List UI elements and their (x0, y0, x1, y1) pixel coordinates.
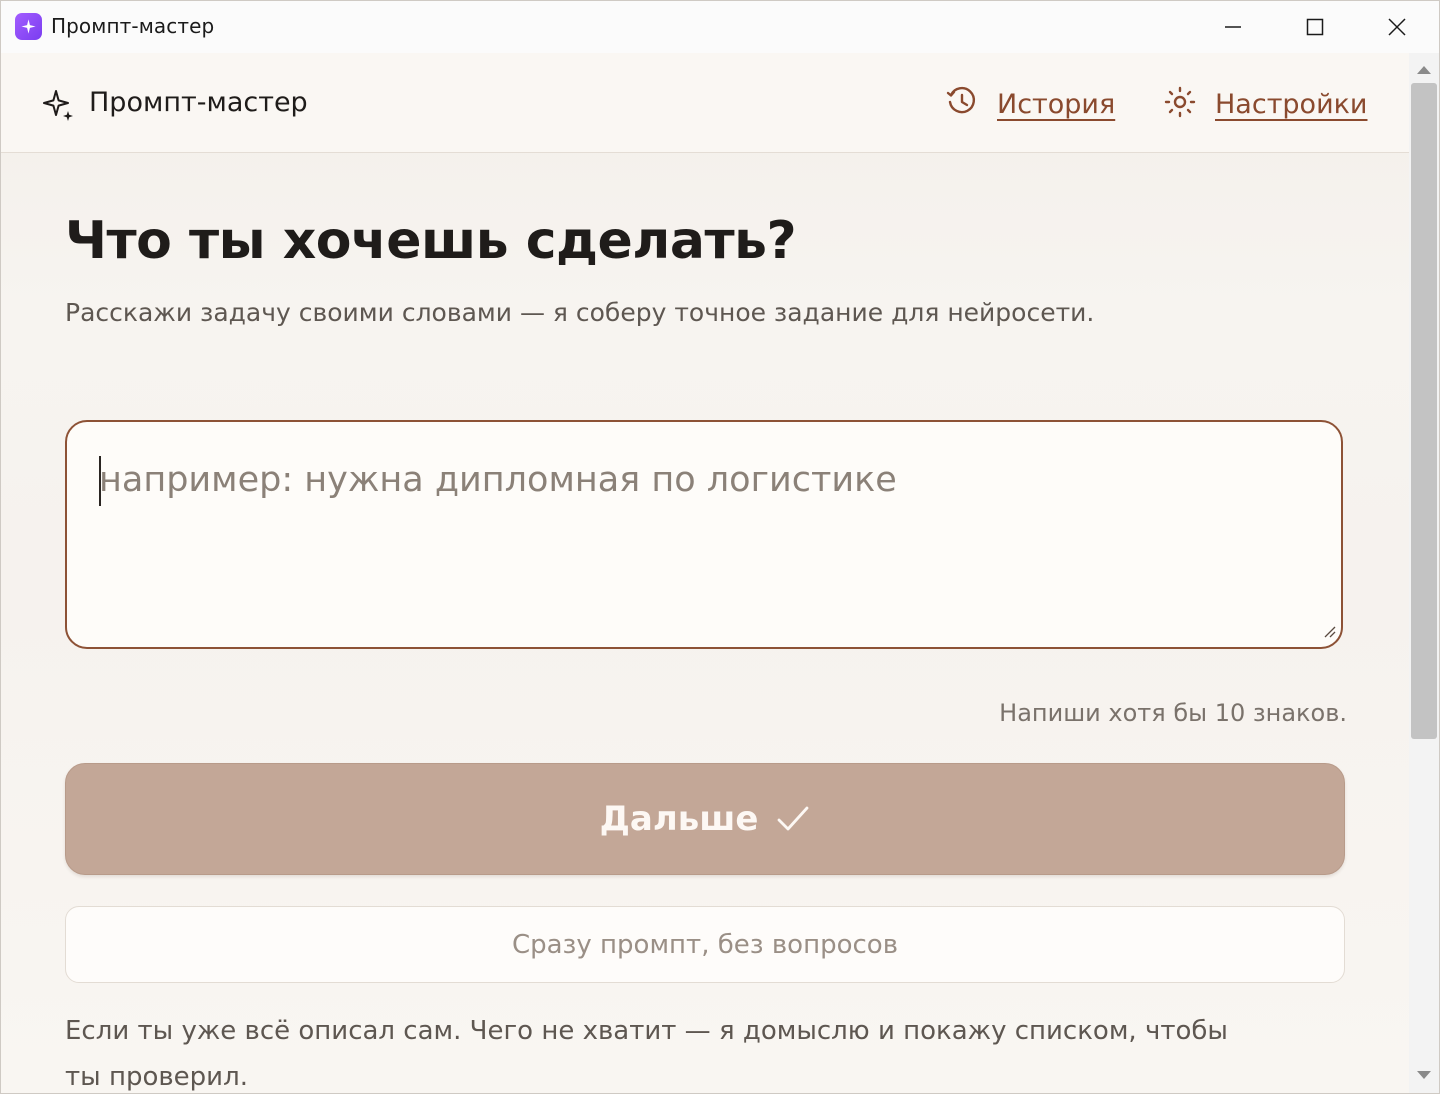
minimize-button[interactable] (1193, 1, 1273, 53)
app-sparkle-icon (15, 13, 42, 40)
page-subtitle: Расскажи задачу своими словами — я собер… (65, 298, 1095, 327)
next-button[interactable]: Дальше (65, 763, 1345, 875)
window-title: Промпт-мастер (51, 14, 215, 38)
history-icon (945, 85, 979, 123)
settings-link[interactable]: Настройки (1163, 85, 1367, 123)
main-content: Промпт-мастер История Настройки Что ты х… (1, 53, 1409, 1093)
minimize-icon (1225, 26, 1241, 28)
title-bar[interactable]: Промпт-мастер (1, 1, 1439, 53)
task-input[interactable] (67, 422, 1341, 647)
maximize-icon (1306, 18, 1324, 36)
close-icon (1388, 18, 1406, 36)
scroll-up-icon[interactable] (1415, 61, 1433, 80)
quick-prompt-label: Сразу промпт, без вопросов (511, 929, 899, 960)
input-hint: Напиши хотя бы 10 знаков. (999, 699, 1347, 727)
sparkle-icon (43, 87, 75, 125)
history-label: История (997, 88, 1116, 120)
scroll-down-icon[interactable] (1415, 1066, 1433, 1085)
resize-grip-icon[interactable] (1321, 623, 1337, 643)
sun-icon (1163, 85, 1197, 123)
app-window: Промпт-мастер Промпт-мастер История Наст… (0, 0, 1440, 1094)
quick-prompt-button[interactable]: Сразу промпт, без вопросов (65, 906, 1345, 983)
next-button-label: Дальше (599, 799, 759, 839)
brand-title: Промпт-мастер (89, 87, 308, 118)
history-link[interactable]: История (945, 85, 1115, 123)
close-button[interactable] (1357, 1, 1437, 53)
task-input-box (65, 420, 1343, 649)
vertical-scrollbar[interactable] (1409, 53, 1439, 1093)
page-title: Что ты хочешь сделать? (65, 211, 797, 271)
text-caret (99, 456, 101, 506)
maximize-button[interactable] (1275, 1, 1355, 53)
settings-label: Настройки (1215, 88, 1368, 120)
check-icon (776, 804, 810, 834)
scrollbar-thumb[interactable] (1411, 83, 1437, 739)
quick-prompt-explanation: Если ты уже всё описал сам. Чего не хват… (65, 1016, 1228, 1092)
app-header: Промпт-мастер История Настройки (1, 53, 1409, 153)
